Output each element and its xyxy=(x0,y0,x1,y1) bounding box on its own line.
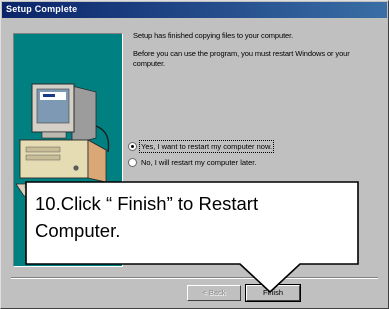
restart-later-label[interactable]: No, I will restart my computer later. xyxy=(141,158,256,167)
setup-dialog-window: Setup Complete Setup has finished copyin… xyxy=(0,0,389,309)
radio-button-unselected[interactable] xyxy=(128,158,137,167)
window-title: Setup Complete xyxy=(6,4,78,14)
callout-line-2: Computer. xyxy=(35,220,121,241)
restart-now-option[interactable]: Yes, I want to restart my computer now. xyxy=(128,140,275,153)
callout-instruction-text: 10.Click “ Finish” to Restart Computer. xyxy=(35,190,350,244)
radio-button-selected[interactable] xyxy=(128,142,137,151)
restart-required-message: Before you can use the program, you must… xyxy=(133,49,350,68)
back-button[interactable]: < Back xyxy=(187,285,241,301)
setup-finished-message: Setup has finished copying files to your… xyxy=(133,31,294,40)
callout-line-1: 10.Click “ Finish” to Restart xyxy=(35,193,259,214)
title-bar[interactable]: Setup Complete xyxy=(2,2,387,18)
restart-later-option[interactable]: No, I will restart my computer later. xyxy=(128,157,256,168)
finish-button[interactable]: Finish xyxy=(245,284,301,302)
button-separator xyxy=(11,277,378,279)
restart-now-label[interactable]: Yes, I want to restart my computer now. xyxy=(138,140,275,153)
